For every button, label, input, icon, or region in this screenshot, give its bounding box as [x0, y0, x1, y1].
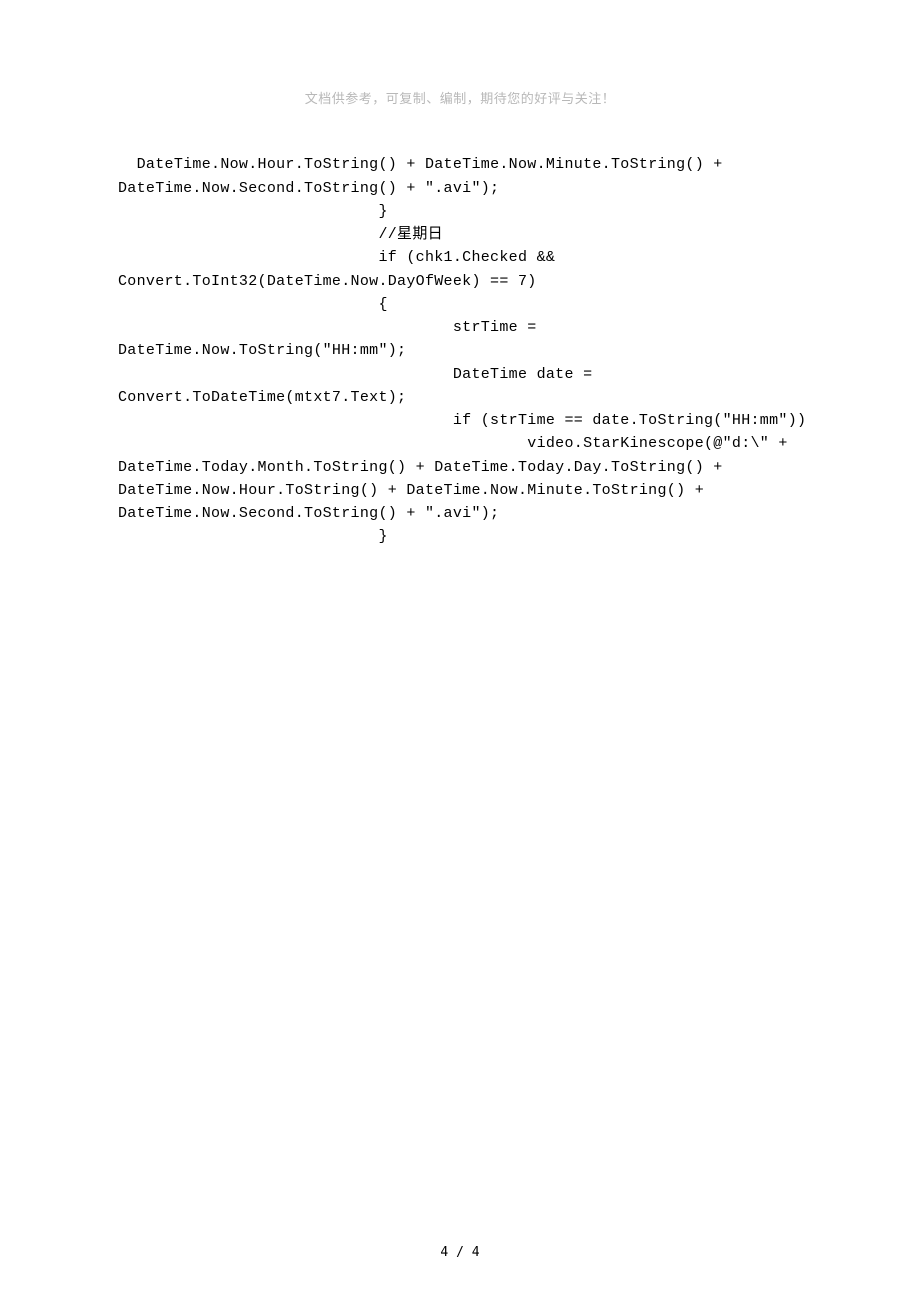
code-text: DateTime.Now.Hour.ToString() + DateTime.… [118, 156, 806, 545]
header-text: 文档供参考，可复制、编制，期待您的好评与关注！ [305, 92, 616, 107]
page-number: 4 / 4 [440, 1245, 479, 1260]
code-content: DateTime.Now.Hour.ToString() + DateTime.… [118, 130, 820, 549]
document-header: 文档供参考，可复制、编制，期待您的好评与关注！ [0, 88, 920, 107]
page-footer: 4 / 4 [0, 1245, 920, 1260]
